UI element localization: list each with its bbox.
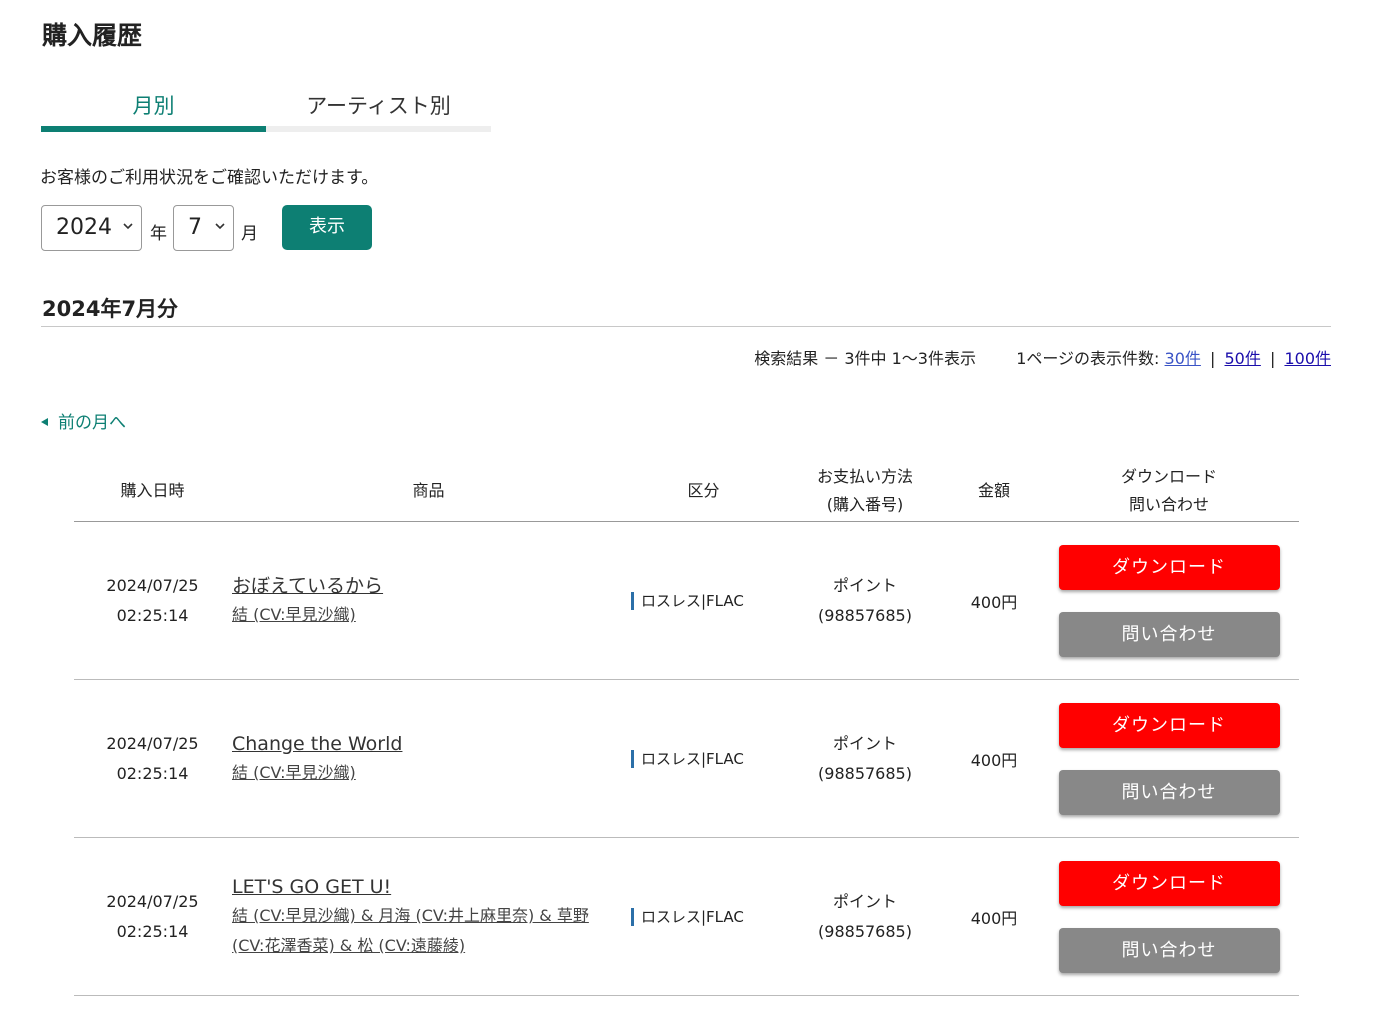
per-page-50-link[interactable]: 50件 xyxy=(1225,349,1261,368)
item-title-link[interactable]: LET'S GO GET U! xyxy=(232,873,612,901)
header-price: 金額 xyxy=(977,481,1010,500)
inquiry-button[interactable]: 問い合わせ xyxy=(1058,928,1280,973)
section-title: 2024年7月分 xyxy=(42,297,179,321)
year-select[interactable]: 2024 xyxy=(41,205,142,251)
download-button[interactable]: ダウンロード xyxy=(1058,545,1280,590)
purchase-datetime: 2024/07/25 02:25:14 xyxy=(74,680,231,838)
price: 400円 xyxy=(949,838,1039,996)
month-select-value: 7 xyxy=(188,215,202,240)
purchase-date: 2024/07/25 xyxy=(106,576,199,595)
item-artist-link[interactable]: 結 (CV:早見沙織) xyxy=(232,758,612,788)
actions: ダウンロード 問い合わせ xyxy=(1039,680,1299,838)
result-summary: 検索結果 － 3件中 1～3件表示 xyxy=(754,349,976,368)
price-value: 400円 xyxy=(970,909,1018,928)
purchase-time: 02:25:14 xyxy=(116,606,189,625)
price-value: 400円 xyxy=(970,751,1018,770)
view-tabs: 月別 アーティスト別 xyxy=(41,86,491,132)
per-page-label: 1ページの表示件数: xyxy=(1016,349,1160,368)
price-value: 400円 xyxy=(970,593,1018,612)
price: 400円 xyxy=(949,522,1039,680)
payment-method: ポイント xyxy=(832,892,897,911)
prev-month-label: 前の月へ xyxy=(58,413,126,433)
section-divider xyxy=(41,326,1331,327)
inquiry-button[interactable]: 問い合わせ xyxy=(1058,612,1280,657)
type-label: ロスレス|FLAC xyxy=(631,750,781,768)
purchase-datetime: 2024/07/25 02:25:14 xyxy=(74,522,231,680)
payment-info: ポイント (98857685) xyxy=(781,522,949,680)
tab-by-artist[interactable]: アーティスト別 xyxy=(266,86,491,132)
purchase-datetime: 2024/07/25 02:25:14 xyxy=(74,838,231,996)
purchase-time: 02:25:14 xyxy=(116,922,189,941)
purchase-date: 2024/07/25 xyxy=(106,892,199,911)
chevron-down-icon xyxy=(123,223,133,230)
payment-method: ポイント xyxy=(832,576,897,595)
download-button[interactable]: ダウンロード xyxy=(1058,703,1280,748)
actions: ダウンロード 問い合わせ xyxy=(1039,838,1299,996)
header-download: ダウンロード 問い合わせ xyxy=(1120,467,1217,514)
item-artist-link[interactable]: 結 (CV:早見沙織) & 月海 (CV:井上麻里奈) & 草野 (CV:花澤香… xyxy=(232,901,612,961)
item-artist-link[interactable]: 結 (CV:早見沙織) xyxy=(232,600,612,630)
intro-text: お客様のご利用状況をご確認いただけます。 xyxy=(40,168,379,188)
item-info: おぼえているから 結 (CV:早見沙織) xyxy=(232,522,612,680)
item-title-link[interactable]: Change the World xyxy=(232,730,612,758)
purchase-number: (98857685) xyxy=(818,922,912,941)
table-row: 2024/07/25 02:25:14 おぼえているから 結 (CV:早見沙織)… xyxy=(74,522,1299,680)
table-row: 2024/07/25 02:25:14 LET'S GO GET U! 結 (C… xyxy=(74,838,1299,996)
item-type: ロスレス|FLAC xyxy=(631,838,781,996)
page-title: 購入履歴 xyxy=(42,21,143,50)
purchase-number: (98857685) xyxy=(818,764,912,783)
type-label: ロスレス|FLAC xyxy=(631,908,781,926)
item-info: Change the World 結 (CV:早見沙織) xyxy=(232,680,612,838)
download-button[interactable]: ダウンロード xyxy=(1058,861,1280,906)
item-type: ロスレス|FLAC xyxy=(631,522,781,680)
purchase-table: 購入日時 商品 区分 お支払い方法 (購入番号) 金額 ダウンロード 問い合わせ… xyxy=(74,460,1299,996)
year-select-value: 2024 xyxy=(56,215,112,240)
month-unit-label: 月 xyxy=(241,224,258,244)
prev-month-link[interactable]: 前の月へ xyxy=(41,408,126,433)
purchase-time: 02:25:14 xyxy=(116,764,189,783)
header-date: 購入日時 xyxy=(120,481,185,500)
payment-method: ポイント xyxy=(832,734,897,753)
type-label: ロスレス|FLAC xyxy=(631,592,781,610)
chevron-down-icon xyxy=(215,223,225,230)
item-info: LET'S GO GET U! 結 (CV:早見沙織) & 月海 (CV:井上麻… xyxy=(232,838,612,996)
table-row: 2024/07/25 02:25:14 Change the World 結 (… xyxy=(74,680,1299,838)
price: 400円 xyxy=(949,680,1039,838)
per-page-100-link[interactable]: 100件 xyxy=(1284,349,1331,368)
item-type: ロスレス|FLAC xyxy=(631,680,781,838)
inquiry-button[interactable]: 問い合わせ xyxy=(1058,770,1280,815)
purchase-date: 2024/07/25 xyxy=(106,734,199,753)
actions: ダウンロード 問い合わせ xyxy=(1039,522,1299,680)
triangle-left-icon xyxy=(41,418,48,426)
tab-monthly[interactable]: 月別 xyxy=(41,86,266,132)
payment-info: ポイント (98857685) xyxy=(781,838,949,996)
year-unit-label: 年 xyxy=(150,224,167,244)
item-title-link[interactable]: おぼえているから xyxy=(232,572,612,600)
purchase-number: (98857685) xyxy=(818,606,912,625)
table-header: 購入日時 商品 区分 お支払い方法 (購入番号) 金額 ダウンロード 問い合わせ xyxy=(74,460,1299,522)
month-select[interactable]: 7 xyxy=(173,205,234,251)
header-type: 区分 xyxy=(687,481,720,500)
result-info: 検索結果 － 3件中 1～3件表示 1ページの表示件数: 30件 | 50件 |… xyxy=(754,349,1331,368)
header-payment: お支払い方法 (購入番号) xyxy=(816,467,913,514)
per-page-30-link[interactable]: 30件 xyxy=(1165,349,1201,368)
payment-info: ポイント (98857685) xyxy=(781,680,949,838)
header-item: 商品 xyxy=(412,481,445,500)
show-button[interactable]: 表示 xyxy=(282,205,372,250)
